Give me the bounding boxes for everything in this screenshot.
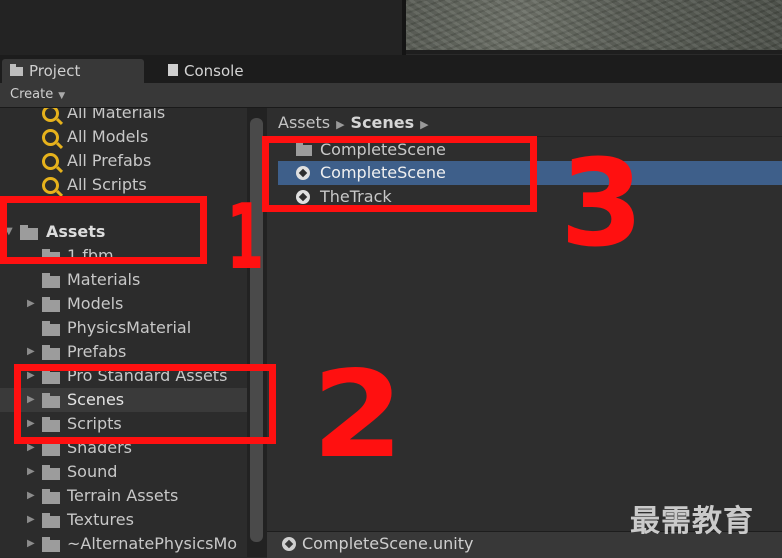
tab-console-label: Console bbox=[184, 62, 244, 80]
tree-folder-item[interactable]: ▶ Models bbox=[0, 292, 247, 316]
project-folder-tree[interactable]: All Materials All Models All Prefabs All… bbox=[0, 108, 247, 557]
console-icon bbox=[168, 60, 178, 84]
tab-console[interactable]: Console bbox=[160, 59, 290, 83]
tree-folder-item[interactable]: PhysicsMaterial bbox=[0, 316, 247, 340]
saved-search-label: All Materials bbox=[67, 108, 166, 122]
search-icon bbox=[42, 129, 59, 146]
breadcrumb: Assets ▶ Scenes ▶ bbox=[278, 112, 435, 136]
tree-folder-label: Materials bbox=[67, 270, 141, 289]
collapse-arrow-icon[interactable]: ▶ bbox=[27, 532, 35, 556]
project-toolbar: Create ▼ bbox=[0, 83, 782, 108]
selected-asset-path: CompleteScene.unity bbox=[302, 534, 474, 553]
collapse-arrow-icon[interactable]: ▶ bbox=[27, 484, 35, 508]
collapse-arrow-icon[interactable]: ▶ bbox=[27, 508, 35, 532]
collapse-arrow-icon[interactable]: ▶ bbox=[27, 340, 35, 364]
saved-search-item[interactable]: All Scripts bbox=[0, 173, 247, 197]
folder-icon bbox=[42, 513, 60, 528]
tree-folder-item[interactable]: ▶ Terrain Assets bbox=[0, 484, 247, 508]
folder-icon bbox=[42, 345, 60, 360]
scene-view-preview[interactable] bbox=[406, 0, 782, 54]
tree-folder-label: Terrain Assets bbox=[67, 486, 179, 505]
tree-folder-item[interactable]: ▶ Prefabs bbox=[0, 340, 247, 364]
tree-folder-label: Prefabs bbox=[67, 342, 127, 361]
tree-folder-item[interactable]: ▶ Textures bbox=[0, 508, 247, 532]
tree-folder-item[interactable]: Materials bbox=[0, 268, 247, 292]
annotation-box-1 bbox=[0, 196, 207, 264]
watermark: 最需教育 bbox=[630, 504, 754, 539]
annotation-number-1: 1 bbox=[226, 185, 265, 290]
collapse-arrow-icon[interactable]: ▶ bbox=[27, 292, 35, 316]
saved-search-item[interactable]: All Materials bbox=[0, 108, 247, 125]
saved-search-label: All Prefabs bbox=[67, 151, 152, 170]
folder-icon bbox=[42, 297, 60, 312]
folder-icon bbox=[10, 60, 23, 84]
tree-folder-item[interactable]: ▶ ~AlternatePhysicsMo bbox=[0, 532, 247, 556]
search-icon bbox=[42, 108, 59, 122]
hierarchy-panel-remnant bbox=[0, 0, 402, 55]
create-button-label: Create bbox=[10, 87, 54, 102]
folder-icon bbox=[42, 441, 60, 456]
saved-search-label: All Scripts bbox=[67, 175, 147, 194]
saved-search-item[interactable]: All Models bbox=[0, 125, 247, 149]
annotation-number-3: 3 bbox=[560, 135, 644, 274]
tree-folder-label: PhysicsMaterial bbox=[67, 318, 192, 337]
folder-icon bbox=[42, 489, 60, 504]
annotation-box-2 bbox=[14, 364, 276, 444]
unity-scene-icon bbox=[282, 537, 296, 551]
chevron-down-icon: ▼ bbox=[58, 91, 66, 101]
breadcrumb-current[interactable]: Scenes bbox=[351, 113, 415, 132]
folder-icon bbox=[42, 465, 60, 480]
search-icon bbox=[42, 177, 59, 194]
breadcrumb-root[interactable]: Assets bbox=[278, 113, 330, 132]
tab-project[interactable]: Project bbox=[2, 59, 144, 83]
tree-folder-label: Textures bbox=[67, 510, 134, 529]
folder-icon bbox=[42, 321, 60, 336]
annotation-number-2: 2 bbox=[311, 346, 404, 485]
tab-project-label: Project bbox=[29, 62, 81, 80]
tree-folder-item[interactable]: ▶ Sound bbox=[0, 460, 247, 484]
tree-folder-label: Models bbox=[67, 294, 124, 313]
folder-icon bbox=[42, 537, 60, 552]
tree-folder-label: Sound bbox=[67, 462, 118, 481]
breadcrumb-separator-icon: ▶ bbox=[420, 118, 429, 131]
collapse-arrow-icon[interactable]: ▶ bbox=[27, 460, 35, 484]
folder-icon bbox=[42, 273, 60, 288]
breadcrumb-separator-icon: ▶ bbox=[336, 118, 345, 131]
annotation-box-3 bbox=[262, 136, 537, 212]
tree-folder-label: ~AlternatePhysicsMo bbox=[67, 534, 238, 553]
saved-search-item[interactable]: All Prefabs bbox=[0, 149, 247, 173]
create-dropdown-button[interactable]: Create ▼ bbox=[10, 86, 65, 104]
search-icon bbox=[42, 153, 59, 170]
saved-search-label: All Models bbox=[67, 127, 149, 146]
panel-tab-bar: Project Console bbox=[0, 55, 782, 83]
